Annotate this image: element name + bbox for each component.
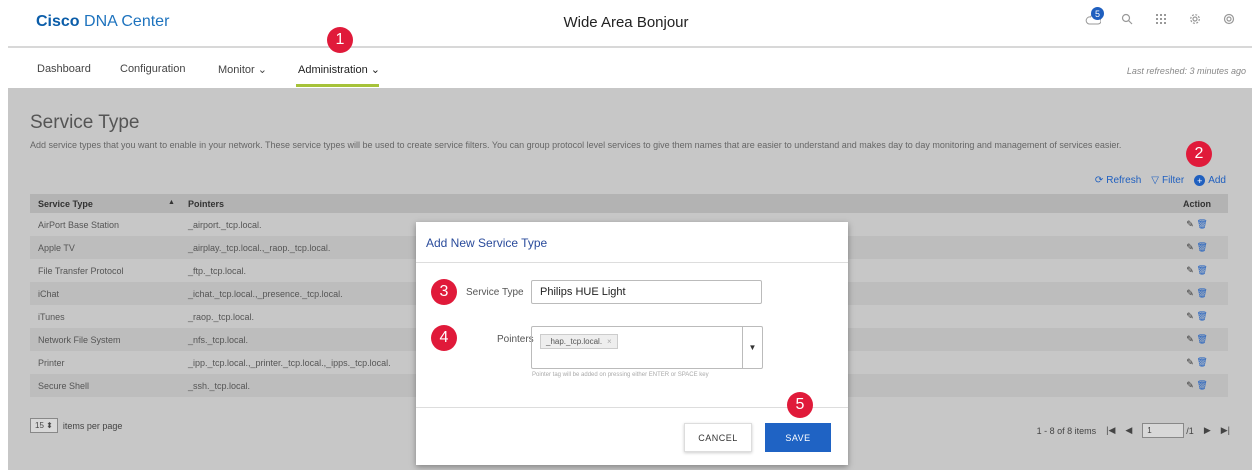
- cell-actions: ✎ 🗑: [1166, 242, 1228, 253]
- next-page-icon[interactable]: ▶: [1204, 425, 1211, 436]
- column-header-action: Action: [1183, 198, 1211, 209]
- callout-4: 4: [431, 325, 457, 351]
- trash-icon[interactable]: 🗑: [1196, 334, 1207, 344]
- app-title: Wide Area Bonjour: [563, 14, 689, 31]
- trash-icon[interactable]: 🗑: [1196, 242, 1207, 252]
- per-page-select[interactable]: 15 ⬍: [30, 418, 58, 433]
- cell-service-type: File Transfer Protocol: [38, 265, 124, 276]
- add-service-type-dialog: Add New Service Type Service Type Philip…: [416, 222, 848, 465]
- cell-service-type: iChat: [38, 288, 60, 299]
- cell-actions: ✎ 🗑: [1166, 334, 1228, 345]
- table-actions: ⟳ Refresh ▽ Filter + Add: [1095, 175, 1226, 186]
- pointers-label: Pointers: [497, 334, 534, 345]
- callout-1: 1: [327, 27, 353, 53]
- trash-icon[interactable]: 🗑: [1196, 380, 1207, 390]
- page-title: Service Type: [30, 112, 140, 133]
- edit-pencil-icon[interactable]: ✎: [1186, 334, 1194, 344]
- page-description: Add service types that you want to enabl…: [30, 140, 1122, 150]
- dialog-footer-divider: [416, 407, 848, 408]
- nav-monitor[interactable]: Monitor ⌄: [218, 63, 267, 76]
- cell-actions: ✎ 🗑: [1166, 357, 1228, 368]
- cell-service-type: iTunes: [38, 311, 65, 322]
- filter-icon: ▽: [1151, 175, 1159, 186]
- dialog-title: Add New Service Type: [426, 236, 548, 250]
- callout-2: 2: [1186, 141, 1212, 167]
- trash-icon[interactable]: 🗑: [1196, 265, 1207, 275]
- sort-asc-icon: ▲: [168, 198, 175, 206]
- nav-administration[interactable]: Administration ⌄: [298, 63, 380, 76]
- edit-pencil-icon[interactable]: ✎: [1186, 219, 1194, 229]
- trash-icon[interactable]: 🗑: [1196, 288, 1207, 298]
- top-bar: Cisco DNA Center Wide Area Bonjour 5: [0, 0, 1252, 46]
- page-range: 1 - 8 of 8 items: [1036, 425, 1097, 436]
- notification-badge: 5: [1091, 7, 1104, 20]
- edit-pencil-icon[interactable]: ✎: [1186, 265, 1194, 275]
- cell-service-type: Printer: [38, 357, 65, 368]
- add-button[interactable]: + Add: [1194, 175, 1226, 186]
- service-type-label: Service Type: [466, 287, 524, 298]
- column-header-service-type[interactable]: Service Type ▲: [30, 199, 180, 209]
- active-nav-underline: [296, 84, 379, 87]
- per-page-label: items per page: [62, 420, 123, 431]
- edit-pencil-icon[interactable]: ✎: [1186, 242, 1194, 252]
- cell-service-type: Network File System: [38, 334, 121, 345]
- trash-icon[interactable]: 🗑: [1196, 219, 1207, 229]
- last-page-icon[interactable]: ▶|: [1221, 425, 1230, 436]
- trash-icon[interactable]: 🗑: [1196, 311, 1207, 321]
- main-nav: Dashboard Configuration Monitor ⌄ Admini…: [0, 48, 1252, 88]
- pagination: 1 - 8 of 8 items |◀ ◀ 1 /1 ▶ ▶|: [1037, 423, 1230, 438]
- callout-5: 5: [787, 392, 813, 418]
- search-icon[interactable]: [1118, 10, 1136, 28]
- nav-dashboard[interactable]: Dashboard: [37, 63, 91, 75]
- cell-actions: ✎ 🗑: [1166, 311, 1228, 322]
- help-lifebuoy-icon[interactable]: [1220, 10, 1238, 28]
- cell-service-type: AirPort Base Station: [38, 219, 120, 230]
- top-icons: 5: [1084, 7, 1238, 28]
- cell-actions: ✎ 🗑: [1166, 288, 1228, 299]
- edit-pencil-icon[interactable]: ✎: [1186, 288, 1194, 298]
- per-page-control: 15 ⬍ items per page: [30, 418, 122, 433]
- column-header-pointers[interactable]: Pointers: [180, 199, 1166, 209]
- refresh-label: Refresh: [1106, 175, 1142, 186]
- edit-pencil-icon[interactable]: ✎: [1186, 357, 1194, 367]
- service-type-input[interactable]: Philips HUE Light: [531, 280, 762, 304]
- cell-actions: ✎ 🗑: [1166, 219, 1228, 230]
- pointers-tag-input[interactable]: _hap._tcp.local. × ▼: [531, 326, 763, 369]
- cell-actions: ✎ 🗑: [1166, 265, 1228, 276]
- trash-icon[interactable]: 🗑: [1196, 357, 1207, 367]
- pointers-hint: Pointer tag will be added on pressing ei…: [532, 372, 709, 378]
- last-refreshed: Last refreshed: 3 minutes ago: [1126, 66, 1246, 76]
- column-header-label: Service Type: [38, 198, 93, 209]
- first-page-icon[interactable]: |◀: [1106, 425, 1115, 436]
- save-button[interactable]: SAVE: [765, 423, 831, 452]
- filter-label: Filter: [1161, 175, 1185, 186]
- edit-pencil-icon[interactable]: ✎: [1186, 380, 1194, 390]
- add-label: Add: [1208, 175, 1226, 186]
- nav-configuration[interactable]: Configuration: [120, 63, 185, 75]
- edit-pencil-icon[interactable]: ✎: [1186, 311, 1194, 321]
- dialog-divider: [416, 262, 848, 263]
- filter-button[interactable]: ▽ Filter: [1151, 175, 1184, 186]
- add-circle-icon: +: [1194, 175, 1206, 186]
- cell-service-type: Apple TV: [38, 242, 75, 253]
- cell-service-type: Secure Shell: [38, 380, 90, 391]
- refresh-button[interactable]: ⟳ Refresh: [1095, 175, 1141, 186]
- remove-tag-icon[interactable]: ×: [607, 337, 612, 346]
- pointer-tag: _hap._tcp.local. ×: [540, 334, 618, 349]
- gear-icon[interactable]: [1186, 10, 1204, 28]
- pointer-tag-label: _hap._tcp.local.: [546, 337, 603, 346]
- cloud-notification-icon[interactable]: 5: [1084, 7, 1104, 28]
- callout-3: 3: [431, 279, 457, 305]
- refresh-icon: ⟳: [1094, 175, 1104, 186]
- table-header: Service Type ▲ Pointers Action: [30, 194, 1228, 213]
- page-total: /1: [1186, 425, 1194, 436]
- prev-page-icon[interactable]: ◀: [1125, 425, 1132, 436]
- chevron-down-icon[interactable]: ▼: [742, 327, 762, 368]
- cancel-button[interactable]: CANCEL: [684, 423, 752, 452]
- cell-actions: ✎ 🗑: [1166, 380, 1228, 391]
- apps-grid-icon[interactable]: [1152, 10, 1170, 28]
- page-number-input[interactable]: 1: [1142, 423, 1185, 438]
